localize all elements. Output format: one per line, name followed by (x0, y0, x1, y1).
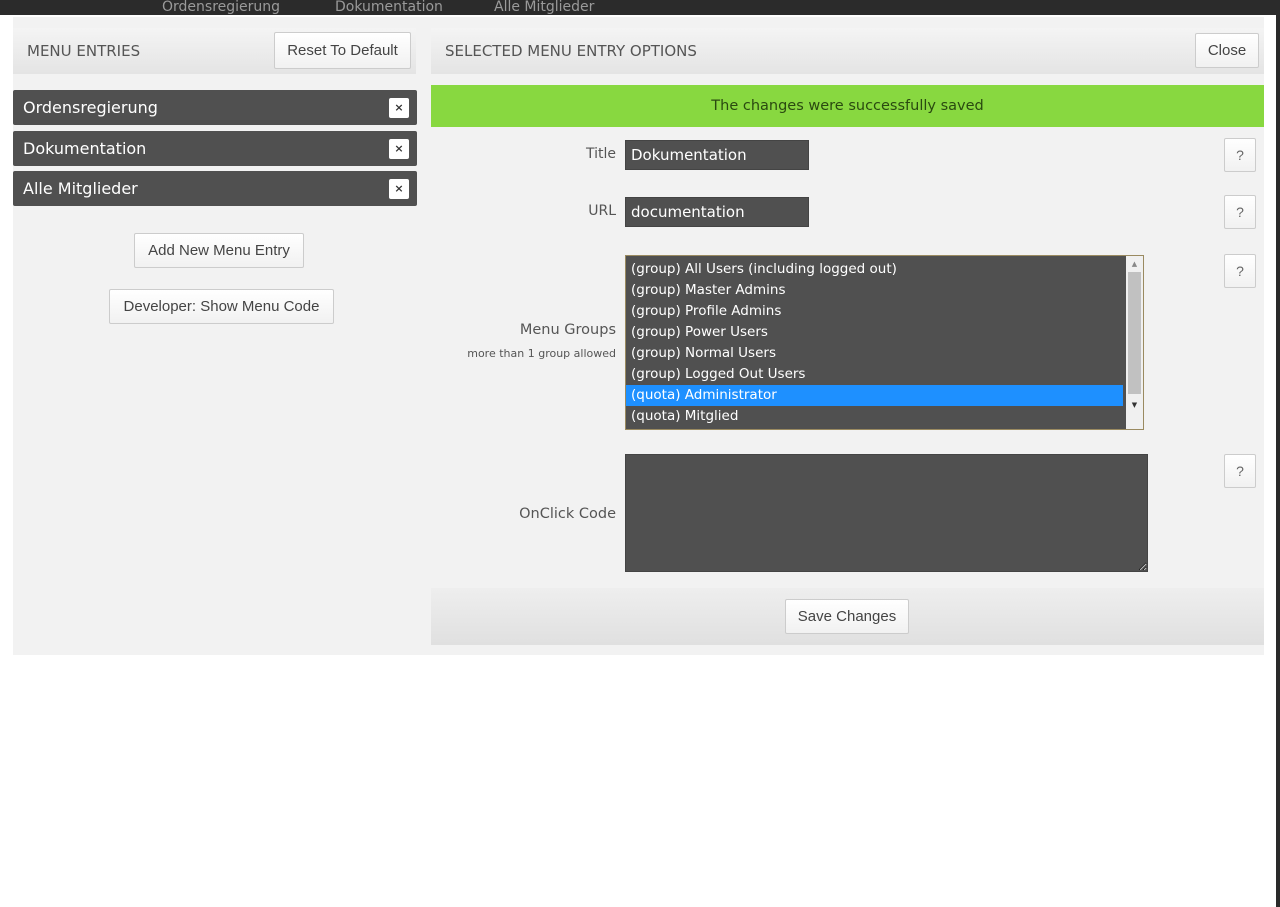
menu-entry[interactable]: Ordensregierung × (13, 90, 417, 125)
group-option[interactable]: (group) Normal Users (626, 343, 1123, 364)
title-input[interactable] (625, 140, 809, 170)
onclick-help-button[interactable]: ? (1224, 454, 1256, 488)
url-label: URL (588, 203, 616, 219)
url-help-button[interactable]: ? (1224, 195, 1256, 229)
onclick-label: OnClick Code (519, 506, 616, 522)
scroll-down-icon[interactable]: ▼ (1126, 394, 1143, 410)
scrollbar-thumb[interactable] (1128, 272, 1141, 394)
editor-panel: MENU ENTRIES Reset To Default Ordensregi… (13, 17, 1264, 655)
group-option[interactable]: (group) All Users (including logged out) (626, 259, 1123, 280)
title-label: Title (585, 146, 616, 162)
bg-nav-item: Ordensregierung (162, 0, 281, 15)
onclick-textarea[interactable] (625, 454, 1148, 572)
group-option[interactable]: (quota) Mitglied (626, 406, 1123, 427)
menu-entry-label: Alle Mitglieder (23, 179, 138, 198)
options-header: SELECTED MENU ENTRY OPTIONS (431, 28, 1264, 74)
add-menu-entry-button[interactable]: Add New Menu Entry (134, 233, 304, 268)
bg-nav-item: Alle Mitglieder (494, 0, 595, 15)
menu-editor-modal: MENU ENTRIES Reset To Default Ordensregi… (0, 5, 1276, 907)
options-title: SELECTED MENU ENTRY OPTIONS (445, 42, 697, 60)
scrollbar[interactable]: ▲ ▼ (1126, 256, 1143, 429)
menu-entry-label: Dokumentation (23, 139, 147, 158)
group-option[interactable]: (group) Power Users (626, 322, 1123, 343)
menu-groups-hint: more than 1 group allowed (467, 347, 616, 360)
group-option[interactable]: (group) Logged Out Users (626, 364, 1123, 385)
menu-entry-label: Ordensregierung (23, 98, 158, 117)
close-button[interactable]: Close (1195, 33, 1259, 68)
show-menu-code-button[interactable]: Developer: Show Menu Code (109, 289, 334, 324)
group-option[interactable]: (group) Profile Admins (626, 301, 1123, 322)
remove-icon[interactable]: × (389, 98, 409, 118)
menu-groups-label: Menu Groups (519, 322, 616, 338)
success-message: The changes were successfully saved (431, 85, 1264, 127)
scroll-up-icon[interactable]: ▲ (1126, 256, 1143, 272)
remove-icon[interactable]: × (389, 179, 409, 199)
menu-entry[interactable]: Alle Mitglieder × (13, 171, 417, 206)
reset-to-default-button[interactable]: Reset To Default (274, 32, 411, 69)
group-option[interactable]: (group) Master Admins (626, 280, 1123, 301)
menu-entries-title: MENU ENTRIES (27, 42, 141, 60)
save-changes-button[interactable]: Save Changes (785, 599, 909, 634)
group-option-selected[interactable]: (quota) Administrator (626, 385, 1123, 406)
bg-nav-item: Dokumentation (335, 0, 443, 15)
menu-groups-select[interactable]: (group) All Users (including logged out)… (625, 255, 1144, 430)
menu-entry[interactable]: Dokumentation × (13, 131, 417, 166)
title-help-button[interactable]: ? (1224, 138, 1256, 172)
url-input[interactable] (625, 197, 809, 227)
background-nav: Ordensregierung Dokumentation Alle Mitgl… (0, 0, 1280, 15)
groups-help-button[interactable]: ? (1224, 254, 1256, 288)
remove-icon[interactable]: × (389, 139, 409, 159)
